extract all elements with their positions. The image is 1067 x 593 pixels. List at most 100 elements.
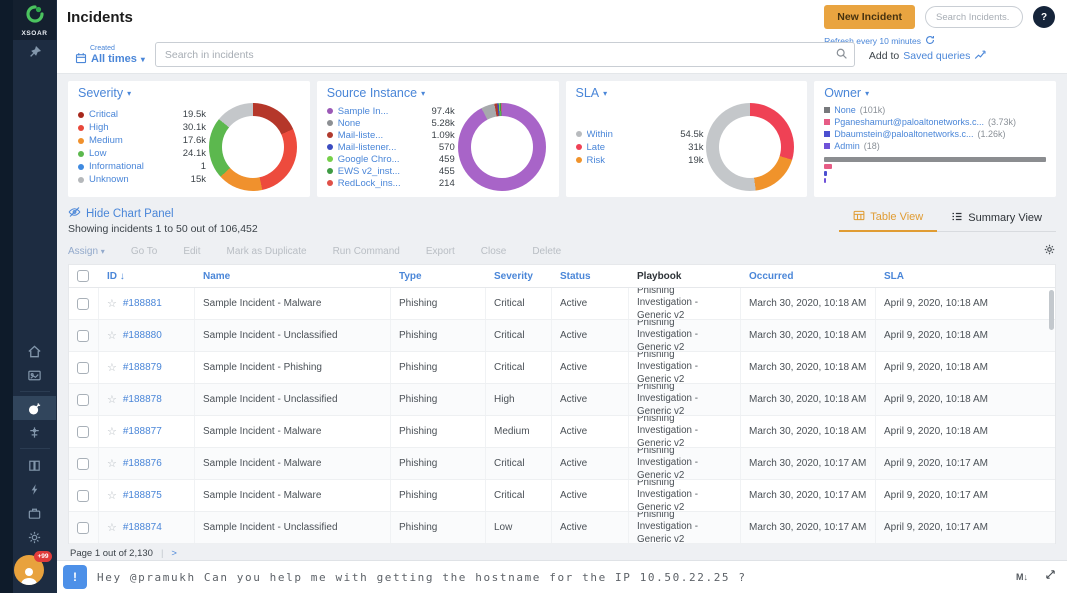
column-header-status[interactable]: Status (552, 271, 629, 282)
legend-item[interactable]: Risk19k (576, 155, 704, 166)
legend-item[interactable]: Informational1 (78, 161, 206, 172)
action-run-command[interactable]: Run Command (333, 246, 400, 257)
xsoar-logo[interactable]: XSOAR (13, 0, 56, 40)
automation-icon[interactable] (13, 477, 56, 501)
legend-item[interactable]: Critical19.5k (78, 109, 206, 120)
search-icon[interactable] (835, 47, 848, 65)
legend-item[interactable]: Late31k (576, 142, 704, 153)
incident-id-link[interactable]: #188877 (123, 426, 162, 437)
source-instance-donut-chart[interactable] (458, 103, 546, 191)
owner-chart-title[interactable]: Owner▾ (824, 86, 1046, 100)
incident-row[interactable]: ☆#188879Sample Incident - PhishingPhishi… (69, 352, 1055, 384)
incident-id-link[interactable]: #188875 (123, 490, 162, 501)
row-checkbox[interactable] (77, 394, 89, 406)
star-icon[interactable]: ☆ (107, 329, 117, 342)
source-instance-chart-title[interactable]: Source Instance▾ (327, 86, 549, 100)
column-header-id[interactable]: ID ↓ (99, 271, 195, 282)
incident-row[interactable]: ☆#188880Sample Incident - UnclassifiedPh… (69, 320, 1055, 352)
help-button[interactable]: ? (1033, 6, 1055, 28)
settings-gear-icon[interactable] (13, 525, 56, 549)
legend-item[interactable]: None(101k) (824, 105, 885, 115)
owner-bar[interactable] (824, 171, 827, 176)
star-icon[interactable]: ☆ (107, 361, 117, 374)
tab-summary-view[interactable]: Summary View (937, 206, 1056, 231)
legend-item[interactable]: Mail-liste...1.09k (327, 130, 455, 141)
severity-chart-title[interactable]: Severity▾ (78, 86, 300, 100)
pin-icon[interactable] (13, 40, 56, 64)
legend-item[interactable]: Sample In...97.4k (327, 106, 455, 117)
incident-id-link[interactable]: #188881 (123, 298, 162, 309)
star-icon[interactable]: ☆ (107, 297, 117, 310)
legend-item[interactable]: Unknown15k (78, 174, 206, 185)
tab-table-view[interactable]: Table View (839, 206, 937, 232)
hide-chart-panel-link[interactable]: Hide Chart Panel (68, 206, 258, 221)
action-export[interactable]: Export (426, 246, 455, 257)
row-checkbox[interactable] (77, 522, 89, 534)
chat-message-input[interactable] (97, 571, 1006, 584)
home-icon[interactable] (13, 339, 56, 363)
row-checkbox[interactable] (77, 426, 89, 438)
legend-item[interactable]: Google Chro...459 (327, 154, 455, 165)
legend-item[interactable]: Within54.5k (576, 129, 704, 140)
legend-item[interactable]: RedLock_ins...214 (327, 178, 455, 189)
column-header-sla[interactable]: SLA (876, 271, 1055, 282)
owner-bar-chart[interactable] (824, 157, 1046, 185)
column-header-type[interactable]: Type (391, 271, 486, 282)
column-header-name[interactable]: Name (195, 271, 391, 282)
command-mode-button[interactable]: ! (63, 565, 87, 589)
incident-id-link[interactable]: #188880 (123, 330, 162, 341)
incident-search-input[interactable] (155, 42, 855, 67)
incident-id-link[interactable]: #188874 (123, 522, 162, 533)
threat-intel-icon[interactable] (13, 420, 56, 444)
legend-item[interactable]: Low24.1k (78, 148, 206, 159)
legend-item[interactable]: None5.28k (327, 118, 455, 129)
incident-row[interactable]: ☆#188877Sample Incident - MalwarePhishin… (69, 416, 1055, 448)
owner-bar[interactable] (824, 157, 1046, 162)
row-checkbox[interactable] (77, 362, 89, 374)
jobs-icon[interactable] (13, 501, 56, 525)
next-page-button[interactable]: > (171, 548, 177, 559)
row-checkbox[interactable] (77, 298, 89, 310)
owner-bar[interactable] (824, 178, 825, 183)
select-all-checkbox[interactable] (77, 270, 89, 282)
star-icon[interactable]: ☆ (107, 489, 117, 502)
incidents-icon[interactable] (13, 396, 56, 420)
star-icon[interactable]: ☆ (107, 393, 117, 406)
star-icon[interactable]: ☆ (107, 425, 117, 438)
legend-item[interactable]: High30.1k (78, 122, 206, 133)
column-header-severity[interactable]: Severity (486, 271, 552, 282)
time-range-dropdown[interactable]: Created All times ▾ (75, 45, 145, 67)
action-close[interactable]: Close (481, 246, 507, 257)
legend-item[interactable]: Mail-listener...570 (327, 142, 455, 153)
incident-row[interactable]: ☆#188876Sample Incident - MalwarePhishin… (69, 448, 1055, 480)
row-checkbox[interactable] (77, 458, 89, 470)
markdown-indicator-icon[interactable]: M↓ (1016, 572, 1028, 582)
incident-row[interactable]: ☆#188881Sample Incident - MalwarePhishin… (69, 288, 1055, 320)
row-checkbox[interactable] (77, 330, 89, 342)
incident-row[interactable]: ☆#188874Sample Incident - UnclassifiedPh… (69, 512, 1055, 544)
saved-queries-link[interactable]: Saved queries (903, 50, 970, 62)
assign-dropdown[interactable]: Assign ▾ (68, 246, 105, 257)
chart-line-icon[interactable] (974, 48, 987, 63)
sla-donut-chart[interactable] (706, 103, 794, 191)
playbooks-icon[interactable] (13, 453, 56, 477)
new-incident-button[interactable]: New Incident (824, 5, 915, 29)
action-delete[interactable]: Delete (532, 246, 561, 257)
action-go-to[interactable]: Go To (131, 246, 158, 257)
refresh-icon[interactable] (925, 35, 935, 47)
star-icon[interactable]: ☆ (107, 521, 117, 534)
incident-id-link[interactable]: #188876 (123, 458, 162, 469)
dashboards-icon[interactable] (13, 363, 56, 387)
table-scrollbar[interactable] (1049, 290, 1054, 330)
legend-item[interactable]: Pganeshamurt@paloaltonetworks.c...(3.73k… (824, 117, 1016, 127)
sla-chart-title[interactable]: SLA▾ (576, 86, 798, 100)
star-icon[interactable]: ☆ (107, 457, 117, 470)
owner-bar[interactable] (824, 164, 832, 169)
user-avatar[interactable]: +99 (14, 555, 44, 585)
row-checkbox[interactable] (77, 490, 89, 502)
action-edit[interactable]: Edit (183, 246, 200, 257)
expand-icon[interactable] (1044, 568, 1057, 586)
severity-donut-chart[interactable] (209, 103, 297, 191)
incident-id-link[interactable]: #188878 (123, 394, 162, 405)
global-search-input[interactable] (925, 6, 1023, 28)
